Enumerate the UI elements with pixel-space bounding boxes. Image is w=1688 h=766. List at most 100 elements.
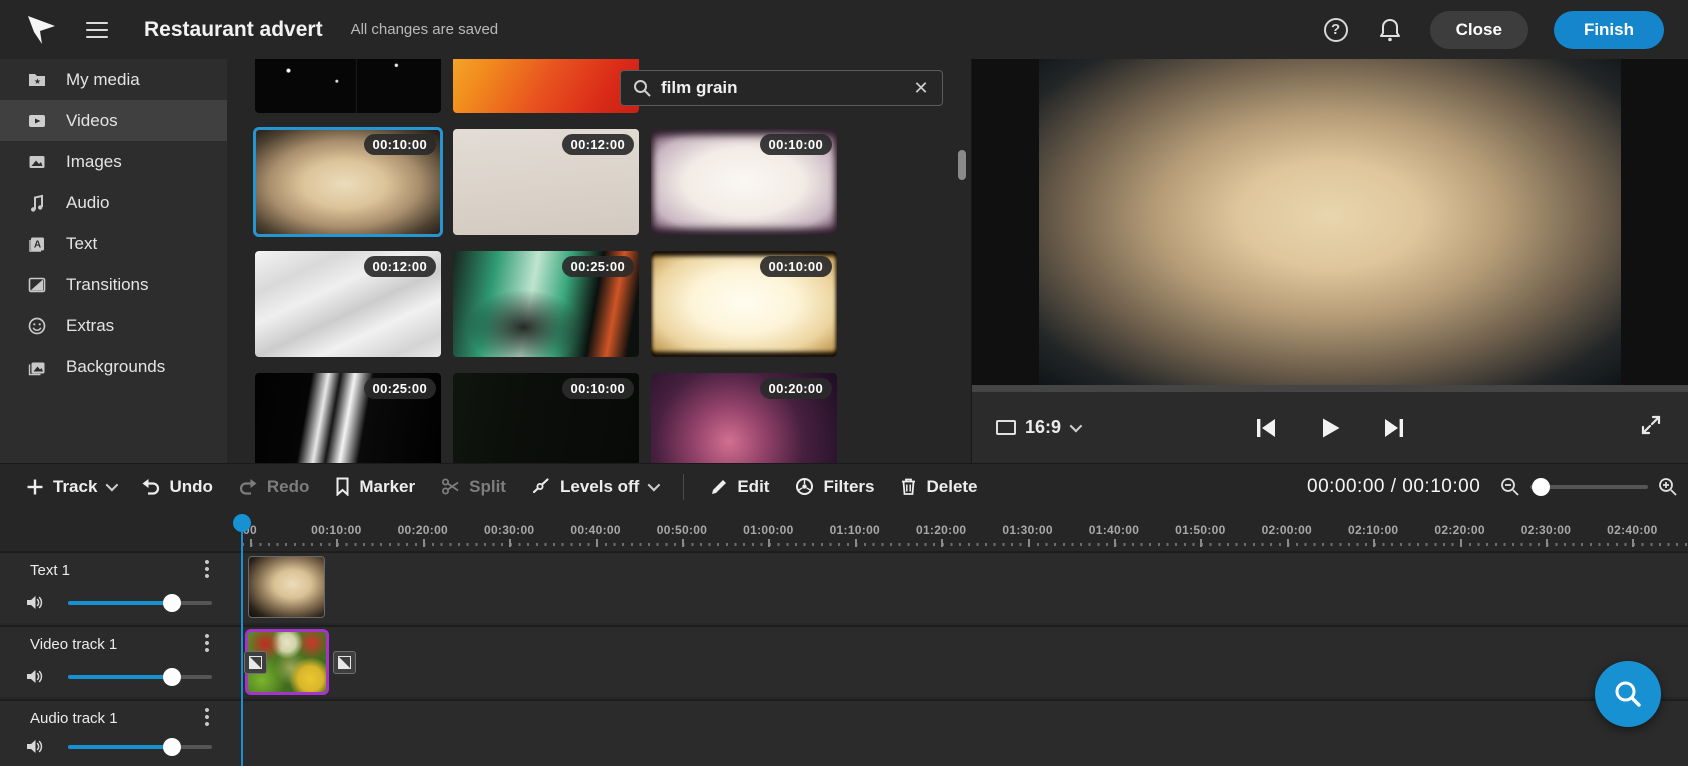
redo-button[interactable]: Redo [239, 477, 309, 497]
media-thumbnail-crumpled-paper-video[interactable]: 00:12:00 [255, 251, 441, 357]
seek-bar[interactable] [972, 385, 1688, 392]
track-options-kebab-icon[interactable]: • • • [198, 703, 216, 732]
levels-off-button[interactable]: Levels off [532, 477, 661, 497]
sidebar-item-my-media[interactable]: ★ My media [0, 59, 227, 100]
sidebar-item-label: Backgrounds [66, 356, 166, 376]
aspect-ratio-button[interactable]: 16:9 [996, 417, 1083, 438]
media-thumbnail-black-specks-video[interactable] [255, 59, 441, 113]
duration-badge: 00:10:00 [759, 256, 832, 277]
sidebar-item-videos[interactable]: Videos [0, 100, 227, 141]
text-track-clip[interactable] [248, 556, 325, 618]
sidebar-item-transitions[interactable]: Transitions [0, 264, 227, 305]
undo-button[interactable]: Undo [141, 477, 213, 497]
ruler-label: 00:20:00 [397, 523, 449, 537]
toolbar-button-label: Split [469, 476, 506, 496]
skip-to-end-button[interactable] [1382, 416, 1406, 440]
volume-speaker-icon[interactable] [25, 593, 44, 617]
finish-button[interactable]: Finish [1553, 10, 1664, 49]
help-icon[interactable]: ? [1322, 16, 1350, 44]
chevron-down-icon [647, 478, 661, 492]
ruler-label: 01:30:00 [1002, 523, 1053, 537]
marker-button[interactable]: Marker [335, 477, 415, 497]
preview-controls: 16:9 [972, 392, 1688, 463]
notifications-bell-icon[interactable] [1376, 16, 1404, 44]
fullscreen-button[interactable] [1640, 414, 1662, 441]
timeline-ruler[interactable]: 00 00:10:00 00:20:00 00:30:00 00:40:00 00:50:… [0, 509, 1688, 551]
track-name: Text 1 [30, 562, 71, 579]
delete-trash-icon [900, 477, 917, 496]
split-button[interactable]: Split [441, 477, 506, 497]
volume-slider-knob[interactable] [162, 594, 181, 612]
timeline-lane-audio-track-1[interactable]: Audio track 1 • • • [0, 699, 1688, 766]
levels-icon [532, 477, 551, 496]
toolbar-button-label: Track [53, 476, 98, 496]
media-thumbnail-cream-frame-video[interactable]: 00:10:00 [651, 251, 837, 357]
timeline-toolbar: Track Undo Redo Marker Split Levels off Edit Fi… [0, 464, 1688, 509]
marker-icon [335, 477, 350, 496]
sidebar-item-backgrounds[interactable]: Backgrounds [0, 346, 227, 387]
videos-icon [26, 110, 48, 132]
media-thumbnail-beige-paper-video[interactable]: 00:12:00 [453, 129, 639, 235]
ruler-major-tick [768, 539, 771, 547]
sidebar-item-extras[interactable]: Extras [0, 305, 227, 346]
volume-speaker-icon[interactable] [25, 667, 44, 691]
volume-slider[interactable] [68, 594, 212, 612]
track-options-kebab-icon[interactable]: • • • [198, 555, 216, 584]
timeline-lane-video-track-1[interactable]: Video track 1 • • • [0, 625, 1688, 697]
track-button[interactable]: Track [26, 476, 119, 497]
media-thumbnail-warm-vignette-video[interactable]: 00:10:00 [253, 127, 443, 237]
media-thumbnail-orange-gradient-video[interactable] [453, 59, 639, 113]
sidebar-item-label: Audio [66, 192, 110, 212]
ruler-major-tick [941, 539, 944, 547]
transition-slot-icon[interactable] [244, 651, 267, 674]
edit-button[interactable]: Edit [710, 477, 769, 497]
sidebar-item-audio[interactable]: Audio [0, 182, 227, 223]
hamburger-menu-icon[interactable] [86, 21, 108, 38]
play-button[interactable] [1318, 416, 1342, 440]
media-thumbnail-white-frame-video[interactable]: 00:10:00 [651, 129, 837, 235]
extras-smiley-icon [26, 315, 48, 337]
playhead-line[interactable] [241, 514, 243, 766]
playhead-knob[interactable] [233, 514, 251, 532]
app-logo[interactable] [24, 13, 58, 47]
zoom-in-icon[interactable] [1658, 477, 1678, 497]
volume-speaker-icon[interactable] [25, 737, 44, 761]
skip-to-start-button[interactable] [1254, 416, 1278, 440]
filters-button[interactable]: Filters [795, 477, 874, 497]
timeline-lane-text-1[interactable]: Text 1 • • • [0, 551, 1688, 623]
zoom-out-icon[interactable] [1500, 477, 1520, 497]
track-header: Video track 1 • • • [0, 627, 227, 697]
zoom-search-fab[interactable] [1595, 661, 1661, 727]
media-thumbnail-black-lightleak-video[interactable]: 00:25:00 [255, 373, 441, 463]
zoom-slider-knob[interactable] [1532, 477, 1550, 496]
media-thumbnail-teal-grunge-video[interactable]: 00:25:00 [453, 251, 639, 357]
volume-slider[interactable] [68, 668, 212, 686]
sidebar-item-label: My media [66, 69, 140, 89]
delete-button[interactable]: Delete [900, 476, 978, 497]
clear-search-icon[interactable]: ✕ [910, 78, 932, 99]
preview-video-frame[interactable] [1039, 59, 1621, 385]
ruler-label: 02:30:00 [1520, 523, 1572, 537]
media-thumbnail-dark-green-video[interactable]: 00:10:00 [453, 373, 639, 463]
media-thumbnail-purple-nebula-video[interactable]: 00:20:00 [651, 373, 837, 463]
ruler-major-tick [1114, 539, 1116, 547]
search-input[interactable] [661, 78, 910, 98]
ruler-major-tick [509, 539, 512, 547]
close-button[interactable]: Close [1429, 10, 1528, 49]
media-scrollbar[interactable] [958, 150, 966, 180]
sidebar-item-text[interactable]: A Text [0, 223, 227, 264]
project-title[interactable]: Restaurant advert [144, 18, 323, 42]
track-options-kebab-icon[interactable]: • • • [198, 629, 216, 658]
images-icon [26, 151, 48, 173]
duration-badge: 00:10:00 [759, 134, 832, 155]
track-name: Audio track 1 [30, 710, 118, 727]
ruler-label: 02:20:00 [1434, 523, 1485, 537]
toolbar-button-label: Delete [926, 476, 978, 496]
timeline-zoom-slider[interactable] [1530, 477, 1648, 496]
transition-slot-icon[interactable] [333, 651, 356, 674]
ruler-major-tick [422, 539, 425, 547]
sidebar-item-images[interactable]: Images [0, 141, 227, 182]
volume-slider[interactable] [68, 738, 212, 756]
volume-slider-knob[interactable] [162, 738, 181, 756]
volume-slider-knob[interactable] [162, 668, 181, 686]
